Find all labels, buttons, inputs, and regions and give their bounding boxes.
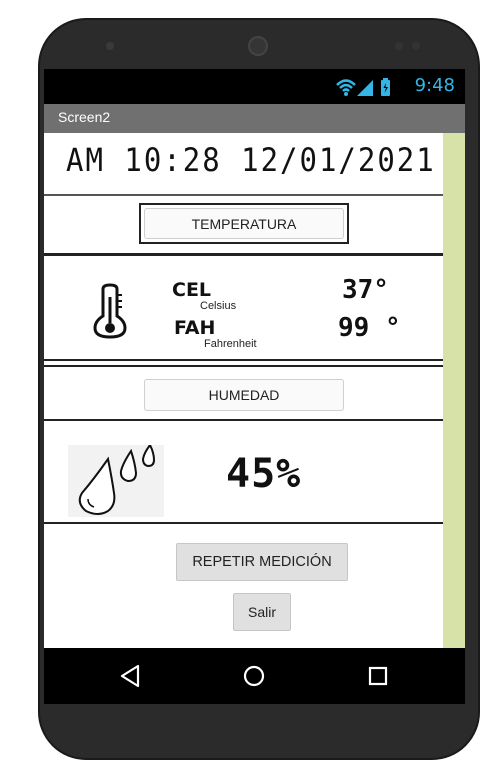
divider [44, 419, 443, 421]
divider [44, 522, 443, 524]
fahrenheit-name: Fahrenheit [204, 338, 257, 350]
back-icon[interactable] [116, 662, 144, 690]
sensor-dot [395, 42, 403, 50]
screen-title: Screen2 [58, 109, 111, 125]
sensor-dot [412, 42, 420, 50]
status-time: 9:48 [414, 75, 455, 96]
front-camera [248, 36, 268, 56]
divider [44, 253, 443, 256]
date-time-display: AM 10:28 12/01/2021 [66, 141, 436, 179]
main-content: AM 10:28 12/01/2021 TEMPERATURA CEL Cels… [44, 133, 443, 648]
device-screen: 9:48 Screen2 AM 10:28 12/01/2021 TEMPERA… [44, 69, 465, 704]
temperature-button[interactable]: TEMPERATURA [144, 208, 344, 239]
divider [44, 365, 443, 367]
thermometer-icon [93, 283, 127, 339]
water-drops-icon [68, 445, 164, 517]
exit-button[interactable]: Salir [233, 593, 291, 631]
divider [44, 194, 443, 196]
fahrenheit-abbr: FAH [174, 317, 216, 339]
celsius-name: Celsius [200, 300, 237, 312]
status-bar: 9:48 [44, 69, 465, 104]
wifi-icon [336, 79, 356, 96]
phone-top-bezel [40, 20, 478, 70]
fahrenheit-value: 99 ° [338, 313, 401, 343]
repeat-measurement-button[interactable]: REPETIR MEDICIÓN [176, 543, 348, 581]
status-icons [336, 78, 390, 96]
battery-icon [381, 78, 390, 96]
recent-apps-icon[interactable] [364, 662, 392, 690]
phone-bottom-bezel [40, 700, 478, 758]
signal-icon [357, 80, 373, 96]
side-panel [443, 133, 465, 648]
celsius-value: 37° [342, 275, 389, 305]
navigation-bar [44, 648, 465, 704]
celsius-abbr: CEL [172, 279, 212, 301]
humidity-button[interactable]: HUMEDAD [144, 379, 344, 411]
sensor-dot [106, 42, 114, 50]
divider [44, 359, 443, 361]
home-icon[interactable] [240, 662, 268, 690]
title-bar: Screen2 [44, 104, 465, 133]
humidity-value: 45% [226, 451, 302, 497]
